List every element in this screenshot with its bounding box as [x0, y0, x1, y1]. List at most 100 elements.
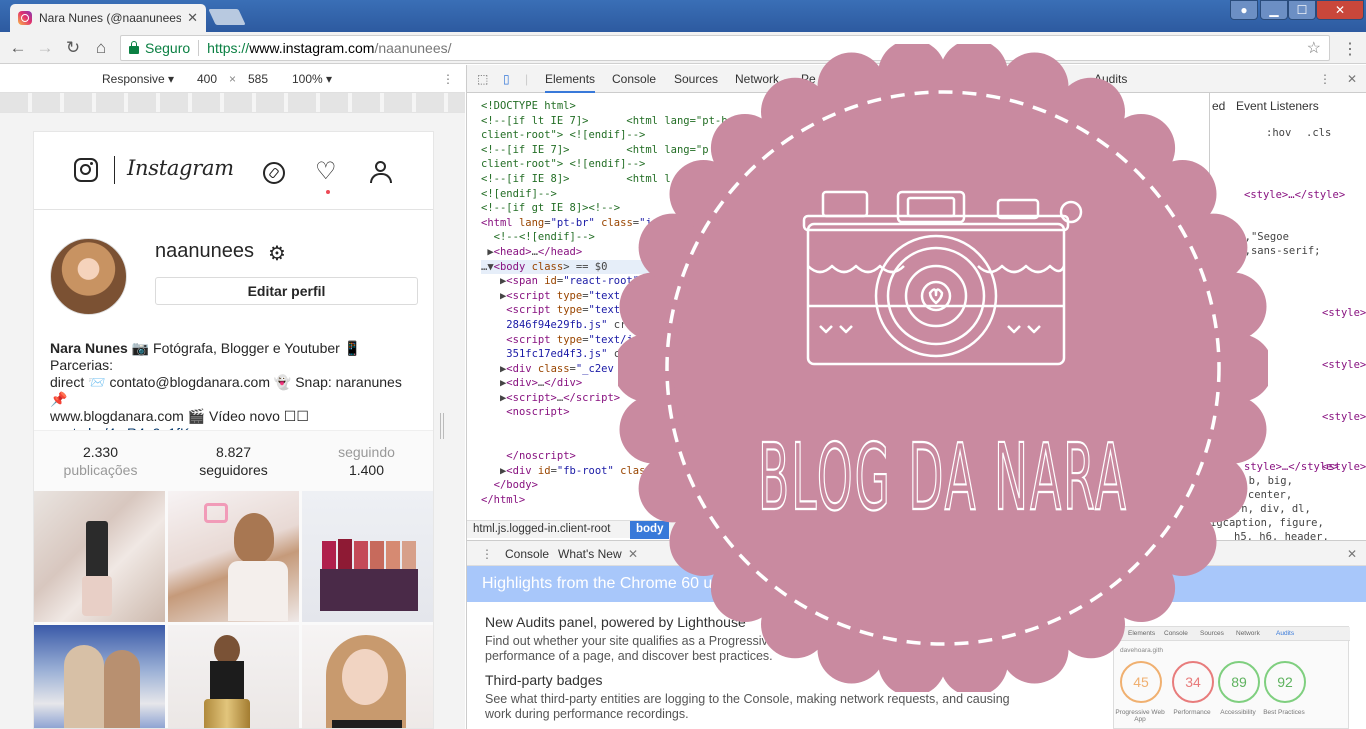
- stat-following-label: seguindo: [338, 444, 395, 460]
- stat-posts[interactable]: 2.330 publicações: [34, 443, 167, 479]
- url-scheme: https://: [207, 40, 250, 56]
- browser-tab-instagram[interactable]: Nara Nunes (@naanunees ✕: [10, 4, 206, 32]
- drawer-tab-console[interactable]: Console: [505, 547, 549, 561]
- photo-detail: [210, 661, 244, 701]
- drawer-menu-icon[interactable]: ⋮: [481, 547, 493, 561]
- window-titlebar: Nara Nunes (@naanunees ✕ ● ▁ ☐ ✕: [0, 0, 1366, 32]
- hov-toggle[interactable]: :hov: [1266, 127, 1291, 139]
- photo-detail: [322, 541, 336, 569]
- bookmark-star-icon[interactable]: ☆: [1307, 38, 1321, 58]
- photo-gold-skirt[interactable]: [168, 625, 299, 728]
- photo-detail: [204, 503, 228, 523]
- photo-detail: [228, 561, 288, 621]
- tab-title: Nara Nunes (@naanunees: [39, 11, 182, 25]
- tab-elements[interactable]: Elements: [545, 72, 596, 93]
- chrome-menu-icon[interactable]: ⋮: [1342, 39, 1358, 59]
- badge-scallop: [1198, 395, 1267, 464]
- cls-toggle[interactable]: .cls: [1306, 127, 1331, 139]
- drawer-tab-whats-new[interactable]: What's New: [558, 547, 622, 561]
- profile-section: naanunees ⚙ Editar perfil Nara Nunes 📷 F…: [34, 210, 433, 441]
- photo-detail: [338, 539, 352, 569]
- profile-stats: 2.330 publicações 8.827 seguidores segui…: [34, 430, 433, 490]
- instagram-camera-icon[interactable]: [74, 158, 98, 182]
- photo-detail: [354, 541, 368, 569]
- badge-scallop: [817, 52, 886, 121]
- blog-logo-badge: BLOG DA NARA: [618, 44, 1268, 692]
- media-query-ruler: [0, 93, 465, 113]
- url-path: /naanunees/: [374, 40, 452, 56]
- photo-portrait-mug[interactable]: [168, 491, 299, 622]
- device-toggle-icon[interactable]: ▯: [503, 72, 510, 86]
- profile-username: naanunees: [155, 240, 254, 262]
- instagram-page: Instagram ♡ naanunees ⚙ Editar perfil Na…: [33, 131, 434, 729]
- new-tab-button[interactable]: [208, 9, 246, 25]
- viewport-height-input[interactable]: 585: [248, 72, 268, 86]
- gauge-performance-label: Performance: [1173, 709, 1211, 716]
- home-icon[interactable]: ⌂: [90, 37, 112, 59]
- bio-line-3: www.blogdanara.com 🎬 Vídeo novo ☐☐: [50, 408, 309, 424]
- photo-detail: [64, 645, 104, 728]
- photo-portrait-smile[interactable]: [302, 625, 433, 728]
- settings-gear-icon[interactable]: ⚙: [268, 241, 286, 266]
- device-toolbar-more-icon[interactable]: ⋮: [442, 72, 454, 86]
- device-toolbar: Responsive ▾ 400 × 585 100% ▾ ⋮: [0, 65, 465, 93]
- resize-handle[interactable]: [440, 413, 444, 439]
- devtools-tab-separator: |: [525, 72, 529, 86]
- gauge-accessibility-label: Accessibility: [1220, 709, 1256, 716]
- avatar[interactable]: [50, 238, 127, 315]
- stat-posts-count: 2.330: [82, 444, 119, 460]
- inspect-element-icon[interactable]: ⬚: [477, 72, 488, 86]
- explore-compass-icon[interactable]: [263, 162, 285, 184]
- stat-followers-label: seguidores: [199, 462, 268, 478]
- profile-icon[interactable]: ●: [1230, 0, 1258, 20]
- tab-close-icon[interactable]: ✕: [187, 10, 198, 26]
- photo-detail: [86, 521, 108, 581]
- stat-followers-count: 8.827: [215, 444, 252, 460]
- maximize-icon[interactable]: ☐: [1288, 0, 1316, 20]
- lock-icon: [129, 40, 139, 54]
- stat-followers[interactable]: 8.827 seguidores: [167, 443, 300, 479]
- reload-icon[interactable]: ↻: [62, 37, 84, 59]
- photo-detail: [204, 699, 250, 728]
- profile-bio: Nara Nunes 📷 Fotógrafa, Blogger e Youtub…: [50, 340, 420, 442]
- dimension-times: ×: [229, 72, 237, 86]
- device-mode-select[interactable]: Responsive ▾: [102, 72, 174, 86]
- badge-scallop: [638, 454, 707, 523]
- drawer-close-icon[interactable]: ✕: [1347, 547, 1357, 561]
- viewport-width-input[interactable]: 400: [197, 72, 217, 86]
- devtools-menu-icon[interactable]: ⋮: [1319, 72, 1331, 86]
- edit-profile-button[interactable]: Editar perfil: [155, 277, 418, 305]
- forward-arrow-icon[interactable]: →: [34, 37, 56, 59]
- devtools-close-icon[interactable]: ✕: [1347, 72, 1357, 86]
- bio-line-2: direct 📨 contato@blogdanara.com 👻 Snap: …: [50, 374, 402, 407]
- badge-scallop: [619, 272, 688, 341]
- screen: Nara Nunes (@naanunees ✕ ● ▁ ☐ ✕ ← → ↻ ⌂…: [0, 0, 1366, 729]
- style-rule-3: <style>: [1322, 359, 1366, 371]
- whats-new-text-badges-2: work during performance recordings.: [485, 707, 689, 721]
- instagram-favicon-icon: [18, 11, 32, 25]
- whats-new-text-badges-1: See what third-party entities are loggin…: [485, 692, 1010, 706]
- stat-following[interactable]: seguindo 1.400: [300, 443, 433, 479]
- style-rule-2: <style>: [1322, 307, 1366, 319]
- activity-heart-icon[interactable]: ♡: [315, 160, 337, 184]
- photo-event-crowd[interactable]: [34, 625, 165, 728]
- gauge-best-practices-value: 92: [1277, 674, 1293, 690]
- breadcrumb-html[interactable]: html.js.logged-in.client-root: [473, 523, 610, 535]
- omnibox-divider: [198, 40, 200, 56]
- window-close-icon[interactable]: ✕: [1316, 0, 1364, 20]
- instagram-wordmark[interactable]: Instagram: [127, 156, 234, 180]
- badge-scallop-edge: [618, 44, 1268, 692]
- profile-user-icon[interactable]: [370, 161, 392, 183]
- minimize-icon[interactable]: ▁: [1260, 0, 1288, 20]
- zoom-select[interactable]: 100% ▾: [292, 72, 332, 86]
- photo-detail: [234, 513, 274, 563]
- photo-nail-polish[interactable]: [34, 491, 165, 622]
- photo-lipsticks[interactable]: [302, 491, 433, 622]
- back-arrow-icon[interactable]: ←: [7, 37, 29, 59]
- style-rule-4: <style>: [1322, 411, 1366, 423]
- photo-detail: [386, 541, 400, 569]
- instagram-header: Instagram ♡: [34, 132, 433, 210]
- gauge-best-practices-label: Best Practices: [1263, 709, 1305, 716]
- badge-scallop: [1000, 615, 1069, 684]
- secure-label: Seguro: [145, 40, 191, 56]
